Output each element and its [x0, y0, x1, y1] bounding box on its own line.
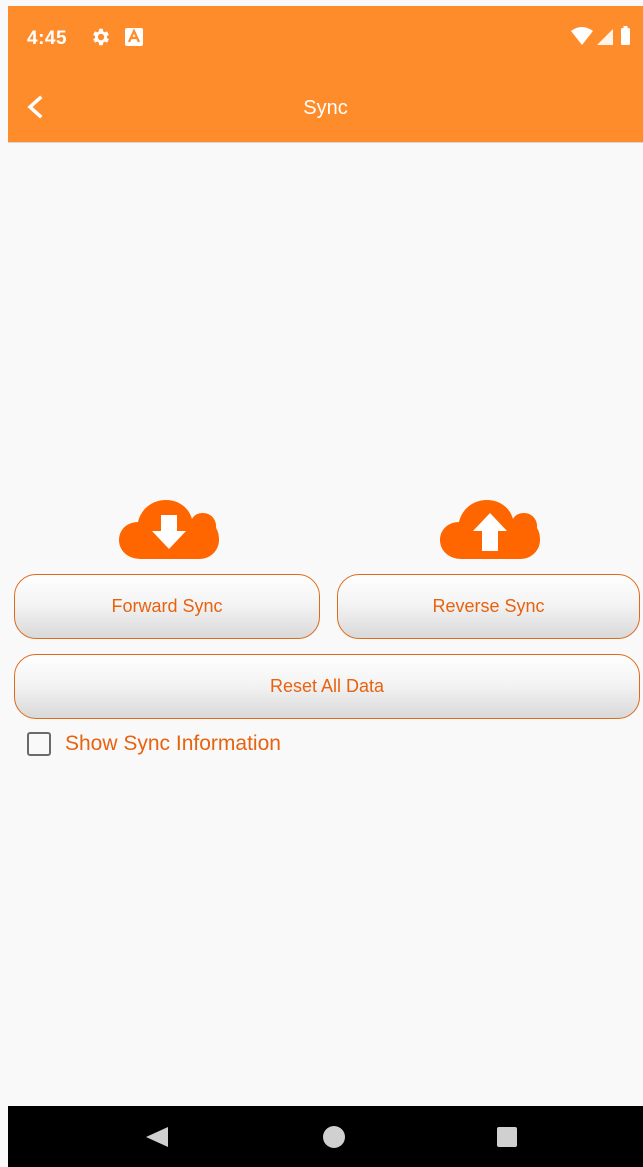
a-notification-icon [125, 28, 143, 46]
status-time: 4:45 [27, 28, 68, 49]
sync-screen: 4:45 Sync Forward Sync Reverse Sync Rese… [0, 0, 643, 1167]
forward-sync-button[interactable]: Forward Sync [14, 574, 320, 639]
wifi-icon [571, 27, 593, 45]
page-title: Sync [303, 97, 348, 119]
gear-icon [93, 28, 109, 46]
navigation-bar [8, 1106, 643, 1167]
cell-signal-icon [597, 29, 613, 45]
status-bar: 4:45 [8, 6, 643, 72]
nav-home-icon[interactable] [322, 1125, 346, 1149]
cloud-download-icon [119, 500, 219, 559]
app-bar: Sync [8, 72, 643, 143]
checkbox-label: Show Sync Information [65, 732, 281, 755]
nav-back-icon[interactable] [144, 1126, 170, 1148]
battery-icon [621, 28, 630, 45]
cloud-upload-icon [440, 500, 540, 559]
reverse-sync-button[interactable]: Reverse Sync [337, 574, 640, 639]
status-icons [571, 26, 630, 45]
nav-recents-icon[interactable] [496, 1126, 518, 1148]
reset-all-data-button[interactable]: Reset All Data [14, 654, 640, 719]
checkbox-box[interactable] [27, 732, 51, 756]
show-sync-information-checkbox[interactable]: Show Sync Information [27, 730, 281, 758]
